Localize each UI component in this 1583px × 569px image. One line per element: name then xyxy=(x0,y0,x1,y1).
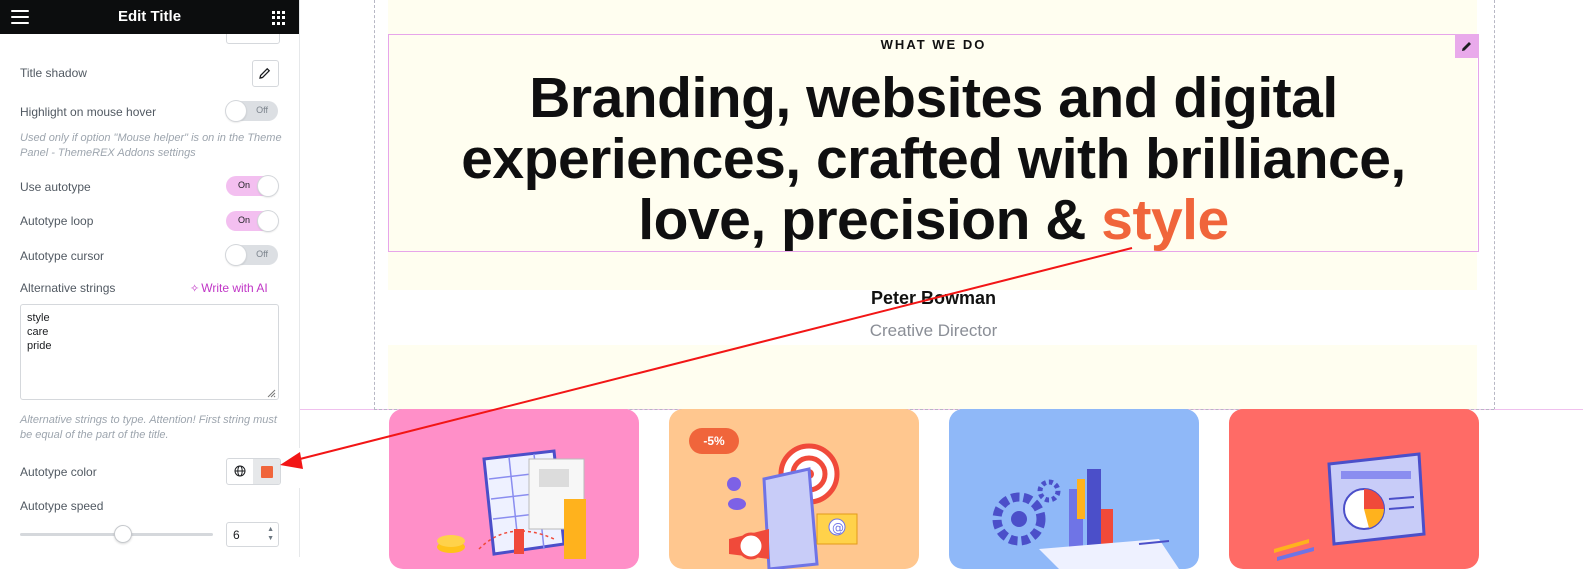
alternative-strings-label: Alternative strings xyxy=(20,281,115,295)
highlight-hover-hint: Used only if option "Mouse helper" is on… xyxy=(20,131,282,161)
service-card-3[interactable] xyxy=(949,409,1199,569)
autotype-speed-number: ▲▼ xyxy=(226,522,279,547)
discount-badge: -5% xyxy=(689,428,739,454)
title-shadow-edit-button[interactable] xyxy=(252,60,279,87)
section-eyebrow: WHAT WE DO xyxy=(388,37,1479,52)
autotype-cursor-switch[interactable]: Off xyxy=(226,245,278,265)
write-with-ai-link[interactable]: ✧Write with AI xyxy=(190,281,268,295)
autotype-speed-label: Autotype speed xyxy=(20,499,103,513)
analytics-illustration xyxy=(389,409,639,569)
section-headline: Branding, websites and digital experienc… xyxy=(388,68,1479,251)
editor-panel: Edit Title Title shadow Highlight on mou… xyxy=(0,0,300,557)
panel-header: Edit Title xyxy=(0,0,299,34)
title-shadow-label: Title shadow xyxy=(20,66,87,80)
sparkle-icon: ✧ xyxy=(190,283,199,295)
svg-text:@: @ xyxy=(832,521,844,535)
settings-chart-illustration xyxy=(949,409,1199,569)
switch-state: Off xyxy=(256,249,268,259)
highlight-hover-label: Highlight on mouse hover xyxy=(20,105,156,119)
cut-off-control-box[interactable] xyxy=(226,34,280,44)
service-card-1[interactable] xyxy=(389,409,639,569)
author-role: Creative Director xyxy=(388,321,1479,341)
autotype-color-label: Autotype color xyxy=(20,465,97,479)
number-spinner[interactable]: ▲▼ xyxy=(267,525,274,543)
use-autotype-switch[interactable]: On xyxy=(226,176,278,196)
headline-line-2: experiences, crafted with brilliance, xyxy=(461,127,1406,191)
color-picker-button[interactable] xyxy=(253,459,280,484)
headline-line-3: love, precision & xyxy=(638,188,1101,252)
autotype-speed-input[interactable] xyxy=(231,527,263,543)
highlight-hover-switch[interactable]: Off xyxy=(226,101,278,121)
section-background-bottom xyxy=(388,345,1477,409)
global-colors-button[interactable] xyxy=(227,459,253,484)
switch-knob xyxy=(258,211,278,231)
author-name: Peter Bowman xyxy=(388,288,1479,309)
write-with-ai-label: Write with AI xyxy=(201,281,267,295)
switch-state: Off xyxy=(256,105,268,115)
autotype-color-control xyxy=(226,458,281,485)
switch-knob xyxy=(258,176,278,196)
cut-off-control xyxy=(20,34,280,44)
widgets-grid-icon[interactable] xyxy=(272,11,286,25)
autotype-loop-label: Autotype loop xyxy=(20,214,93,228)
headline-autotype-word: style xyxy=(1101,188,1228,252)
section-outline-right xyxy=(1494,0,1495,410)
section-outline-left xyxy=(374,0,375,410)
alternative-strings-hint: Alternative strings to type. Attention! … xyxy=(20,413,282,443)
switch-knob xyxy=(226,245,246,265)
pencil-icon xyxy=(259,67,271,79)
switch-state: On xyxy=(238,180,250,190)
web-design-illustration xyxy=(1229,409,1479,569)
switch-knob xyxy=(226,101,246,121)
autotype-cursor-label: Autotype cursor xyxy=(20,249,104,263)
alternative-strings-textarea[interactable]: style care pride xyxy=(20,304,279,400)
use-autotype-label: Use autotype xyxy=(20,180,91,194)
autotype-speed-slider-handle[interactable] xyxy=(114,525,132,543)
globe-icon xyxy=(234,465,246,477)
switch-state: On xyxy=(238,215,250,225)
autotype-loop-switch[interactable]: On xyxy=(226,211,278,231)
color-swatch xyxy=(261,466,273,478)
panel-title: Edit Title xyxy=(0,8,299,25)
headline-line-1: Branding, websites and digital xyxy=(529,66,1337,130)
service-card-4[interactable] xyxy=(1229,409,1479,569)
